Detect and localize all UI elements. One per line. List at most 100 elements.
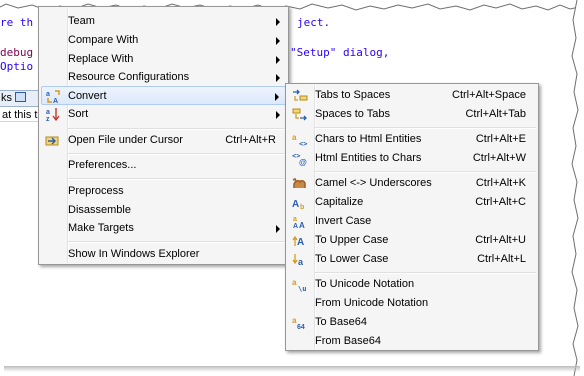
menu-item-to-base64[interactable]: a 64 To Base64 bbox=[288, 313, 536, 332]
menu-item-resource-configurations[interactable]: Resource Configurations bbox=[41, 68, 286, 87]
menu-item-sort[interactable]: az Sort bbox=[41, 105, 286, 124]
tabs-to-spaces-icon bbox=[292, 88, 308, 103]
menu-item-label: To Upper Case bbox=[315, 234, 389, 246]
svg-text:a: a bbox=[293, 216, 297, 223]
submenu-arrow-icon bbox=[276, 111, 280, 119]
menu-separator bbox=[315, 127, 536, 129]
status-row: at this t bbox=[0, 108, 40, 122]
submenu-arrow-icon bbox=[275, 93, 279, 101]
to-base64-icon: a 64 bbox=[292, 315, 308, 330]
svg-text:64: 64 bbox=[297, 324, 305, 330]
console-view-icon bbox=[15, 92, 26, 102]
menu-item-label: Html Entities to Chars bbox=[315, 152, 422, 164]
view-tab-strip[interactable]: ks bbox=[0, 90, 40, 107]
upper-case-icon: A bbox=[292, 233, 308, 248]
menu-item-capitalize[interactable]: Ab Capitalize Ctrl+Alt+C bbox=[288, 193, 536, 212]
menu-separator bbox=[68, 241, 286, 243]
menu-item-convert[interactable]: aA Convert bbox=[41, 86, 286, 105]
menu-separator bbox=[68, 128, 286, 130]
sort-az-icon: az bbox=[45, 107, 61, 122]
menu-separator bbox=[68, 178, 286, 180]
menu-item-label: Resource Configurations bbox=[68, 71, 190, 83]
tab-label: ks bbox=[1, 92, 12, 104]
menu-item-compare-with[interactable]: Compare With bbox=[41, 31, 286, 50]
menu-item-label: Chars to Html Entities bbox=[315, 133, 422, 145]
menu-item-label: Show In Windows Explorer bbox=[68, 248, 200, 260]
menu-item-from-unicode-notation[interactable]: From Unicode Notation bbox=[288, 294, 536, 313]
invert-case-icon: aAA bbox=[292, 214, 308, 229]
menu-item-to-lower-case[interactable]: a To Lower Case Ctrl+Alt+L bbox=[288, 250, 536, 269]
menu-item-spaces-to-tabs[interactable]: Spaces to Tabs Ctrl+Alt+Tab bbox=[288, 105, 536, 124]
html-to-chars-icon: <> @ bbox=[292, 151, 308, 166]
to-unicode-icon: a \u bbox=[292, 277, 308, 292]
menu-item-label: Preferences... bbox=[68, 159, 137, 171]
menu-item-chars-to-html-entities[interactable]: a <> Chars to Html Entities Ctrl+Alt+E bbox=[288, 130, 536, 149]
submenu-arrow-icon bbox=[276, 225, 280, 233]
menu-item-camel-underscores[interactable]: Camel <-> Underscores Ctrl+Alt+K bbox=[288, 174, 536, 193]
menu-item-shortcut: Ctrl+Alt+E bbox=[475, 133, 526, 145]
menu-item-label: Disassemble bbox=[68, 204, 131, 216]
svg-text:A: A bbox=[292, 199, 299, 210]
context-menu: Team Compare With Replace With Resource … bbox=[38, 6, 289, 265]
svg-text:z: z bbox=[46, 116, 50, 122]
menu-item-label: Sort bbox=[68, 108, 89, 120]
svg-text:A: A bbox=[293, 223, 298, 229]
menu-item-tabs-to-spaces[interactable]: Tabs to Spaces Ctrl+Alt+Space bbox=[288, 86, 536, 105]
svg-text:b: b bbox=[300, 204, 304, 210]
menu-item-label: Compare With bbox=[68, 34, 139, 46]
svg-text:@: @ bbox=[299, 158, 307, 166]
submenu-arrow-icon bbox=[276, 74, 280, 82]
menu-item-make-targets[interactable]: Make Targets bbox=[41, 219, 286, 238]
svg-text:A: A bbox=[297, 237, 304, 248]
menu-item-html-entities-to-chars[interactable]: <> @ Html Entities to Chars Ctrl+Alt+W bbox=[288, 149, 536, 168]
convert-icon: aA bbox=[46, 89, 62, 104]
submenu-arrow-icon bbox=[276, 56, 280, 64]
svg-text:a: a bbox=[46, 91, 50, 98]
chars-to-html-icon: a <> bbox=[292, 132, 308, 147]
menu-item-label: To Base64 bbox=[315, 316, 367, 328]
menu-item-shortcut: Ctrl+Alt+W bbox=[472, 152, 526, 164]
menu-item-shortcut: Ctrl+Alt+Tab bbox=[465, 108, 526, 120]
menu-item-label: Camel <-> Underscores bbox=[315, 177, 432, 189]
menu-item-show-in-windows-explorer[interactable]: Show In Windows Explorer bbox=[41, 245, 286, 264]
menu-item-label: To Unicode Notation bbox=[315, 278, 415, 290]
menu-item-to-upper-case[interactable]: A To Upper Case Ctrl+Alt+U bbox=[288, 231, 536, 250]
menu-item-label: Make Targets bbox=[68, 222, 134, 234]
menu-item-label: To Lower Case bbox=[315, 253, 389, 265]
menu-item-from-base64[interactable]: From Base64 bbox=[288, 332, 536, 351]
page-shadow-bottom bbox=[4, 366, 580, 372]
menu-item-label: Tabs to Spaces bbox=[315, 89, 391, 101]
open-file-icon bbox=[45, 133, 61, 148]
svg-text:a: a bbox=[292, 133, 297, 142]
submenu-arrow-icon bbox=[276, 18, 280, 26]
menu-item-invert-case[interactable]: aAA Invert Case bbox=[288, 212, 536, 231]
menu-item-label: Spaces to Tabs bbox=[315, 108, 391, 120]
convert-submenu: Tabs to Spaces Ctrl+Alt+Space Spaces to … bbox=[285, 83, 539, 351]
menu-item-label: From Unicode Notation bbox=[315, 297, 429, 309]
capitalize-icon: Ab bbox=[292, 195, 308, 210]
torn-edge-right bbox=[571, 0, 584, 376]
menu-separator bbox=[315, 272, 536, 274]
menu-item-replace-with[interactable]: Replace With bbox=[41, 50, 286, 69]
code-line-2b: "Setup" dialog, bbox=[290, 46, 390, 59]
menu-item-label: From Base64 bbox=[315, 335, 382, 347]
menu-item-to-unicode-notation[interactable]: a \u To Unicode Notation bbox=[288, 275, 536, 294]
menu-item-open-file-under-cursor[interactable]: Open File under Cursor Ctrl+Alt+R bbox=[41, 131, 286, 150]
menu-separator bbox=[68, 153, 286, 155]
menu-item-label: Replace With bbox=[68, 53, 134, 65]
menu-item-preprocess[interactable]: Preprocess bbox=[41, 182, 286, 201]
menu-item-label: Invert Case bbox=[315, 215, 372, 227]
svg-text:a: a bbox=[46, 109, 50, 116]
code-line-2: debug bbox=[0, 46, 34, 59]
menu-item-shortcut: Ctrl+Alt+L bbox=[477, 253, 526, 265]
spaces-to-tabs-icon bbox=[292, 107, 308, 122]
menu-item-preferences[interactable]: Preferences... bbox=[41, 156, 286, 175]
menu-item-shortcut: Ctrl+Alt+U bbox=[475, 234, 526, 246]
menu-item-team[interactable]: Team bbox=[41, 12, 286, 31]
menu-item-disassemble[interactable]: Disassemble bbox=[41, 201, 286, 220]
menu-item-label: Preprocess bbox=[68, 185, 124, 197]
submenu-arrow-icon bbox=[276, 37, 280, 45]
svg-text:\u: \u bbox=[298, 285, 306, 292]
svg-text:A: A bbox=[299, 221, 305, 229]
code-line-3: Optio bbox=[0, 60, 34, 73]
